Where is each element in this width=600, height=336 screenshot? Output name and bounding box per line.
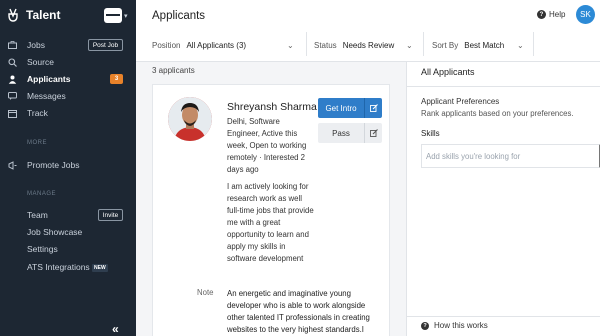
position-filter-value: All Applicants (3)	[186, 40, 247, 50]
panel-title: All Applicants	[421, 67, 475, 77]
chevron-down-icon: ⌄	[517, 40, 524, 50]
post-job-button[interactable]: Post Job	[88, 39, 123, 51]
header: Applicants ? Help SK Position All Applic…	[136, 0, 600, 62]
sidebar-item-label: ATS Integrations	[27, 262, 90, 272]
sidebar-item-promote-jobs[interactable]: Promote Jobs	[0, 157, 136, 173]
sidebar: Talent ▾ Jobs Post Job Source Applicants…	[0, 0, 136, 336]
sidebar-item-ats-integrations[interactable]: ATS Integrations	[0, 259, 136, 275]
how-this-works-label: How this works	[434, 321, 488, 330]
chevron-down-icon: ⌄	[406, 40, 413, 50]
invite-button[interactable]: Invite	[98, 209, 123, 221]
section-label-more: MORE	[27, 140, 47, 146]
collapse-sidebar-icon[interactable]: «	[112, 322, 119, 336]
briefcase-icon	[6, 40, 18, 50]
applicant-card: Shreyansh Sharma Delhi, Software Enginee…	[152, 84, 390, 336]
sidebar-item-label: Team	[27, 210, 48, 220]
sidebar-item-label: Source	[27, 57, 54, 67]
user-icon	[6, 74, 18, 84]
divider	[423, 32, 424, 56]
applicants-count-badge: 3	[110, 74, 123, 84]
sidebar-item-job-showcase[interactable]: Job Showcase	[0, 224, 136, 240]
get-intro-label: Get Intro	[325, 103, 357, 113]
sort-by-filter[interactable]: Sort By Best Match ⌄	[432, 38, 532, 52]
sidebar-item-label: Track	[27, 108, 48, 118]
pass-button[interactable]: Pass	[318, 123, 382, 143]
preferences-panel: All Applicants Applicant Preferences Ran…	[406, 62, 600, 336]
position-filter[interactable]: Position All Applicants (3) ⌄	[152, 38, 298, 52]
divider	[407, 316, 600, 317]
search-icon	[6, 57, 18, 67]
sidebar-item-label: Jobs	[27, 40, 45, 50]
candidate-photo[interactable]	[168, 97, 212, 141]
brand-name: Talent	[26, 8, 61, 22]
chevron-down-icon: ⌄	[287, 40, 294, 50]
status-filter-label: Status	[314, 40, 337, 50]
megaphone-icon	[6, 160, 18, 170]
page-title: Applicants	[152, 10, 206, 22]
candidate-summary: I am actively looking for research work …	[227, 182, 314, 263]
preferences-subtitle: Rank applicants based on your preference…	[421, 109, 574, 118]
applicant-count: 3 applicants	[152, 66, 195, 75]
divider	[306, 32, 307, 56]
sidebar-item-settings[interactable]: Settings	[0, 241, 136, 257]
brand[interactable]: Talent	[6, 8, 60, 22]
preferences-title: Applicant Preferences	[421, 97, 500, 106]
skills-label: Skills	[421, 129, 440, 138]
avatar[interactable]: SK	[576, 5, 595, 24]
note-label: Note	[197, 288, 214, 297]
sidebar-item-messages[interactable]: Messages	[0, 88, 136, 104]
get-intro-button[interactable]: Get Intro	[318, 98, 382, 118]
help-link[interactable]: ? Help	[537, 10, 565, 19]
calendar-icon	[6, 108, 18, 118]
sidebar-item-label: Promote Jobs	[27, 160, 80, 170]
sidebar-item-source[interactable]: Source	[0, 54, 136, 70]
edit-icon[interactable]	[365, 129, 382, 137]
sort-by-filter-value: Best Match	[464, 40, 505, 50]
status-filter-value: Needs Review	[342, 40, 395, 50]
sidebar-item-track[interactable]: Track	[0, 105, 136, 121]
company-logo-icon	[104, 8, 122, 23]
chevron-down-icon: ▾	[124, 12, 128, 20]
question-icon: ?	[421, 321, 429, 330]
help-label: Help	[549, 10, 566, 19]
angellist-logo-icon	[6, 8, 20, 22]
sidebar-item-label: Settings	[27, 244, 58, 254]
how-this-works-link[interactable]: ? How this works	[421, 321, 488, 330]
skills-input[interactable]	[421, 144, 600, 168]
chat-icon	[6, 91, 18, 101]
note-text: An energetic and imaginative young devel…	[227, 289, 370, 334]
section-label-manage: MANAGE	[27, 191, 57, 197]
candidate-details: Delhi, Software Engineer, Active this we…	[227, 117, 307, 174]
sidebar-item-label: Messages	[27, 91, 66, 101]
sidebar-item-label: Job Showcase	[27, 227, 83, 237]
sort-by-filter-label: Sort By	[432, 40, 459, 50]
pass-label: Pass	[332, 128, 350, 138]
divider	[407, 86, 600, 87]
new-badge: NEW	[92, 264, 108, 272]
question-icon: ?	[537, 10, 546, 19]
candidate-name[interactable]: Shreyansh Sharma	[227, 101, 317, 113]
position-filter-label: Position	[152, 40, 181, 50]
sidebar-item-label: Applicants	[27, 74, 71, 84]
edit-icon[interactable]	[365, 104, 382, 112]
status-filter[interactable]: Status Needs Review ⌄	[314, 38, 424, 52]
company-switcher[interactable]: ▾	[104, 7, 128, 24]
divider	[533, 32, 534, 56]
